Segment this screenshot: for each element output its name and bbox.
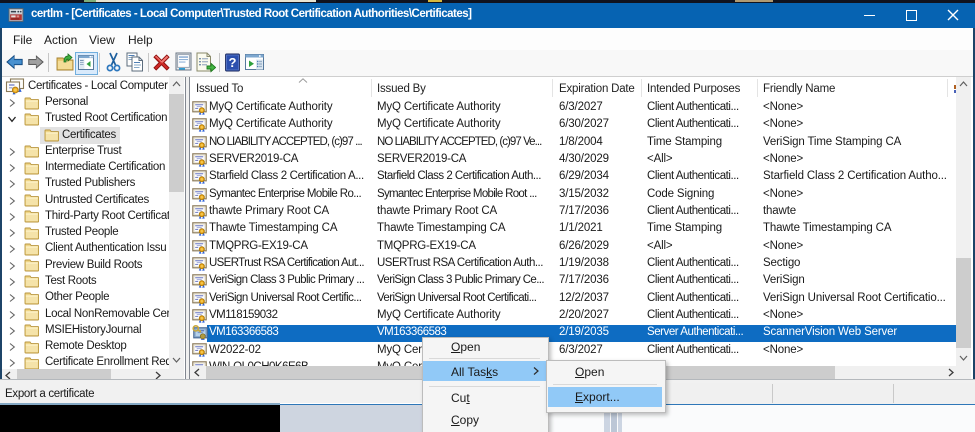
svg-text:?: ? [229, 55, 237, 70]
